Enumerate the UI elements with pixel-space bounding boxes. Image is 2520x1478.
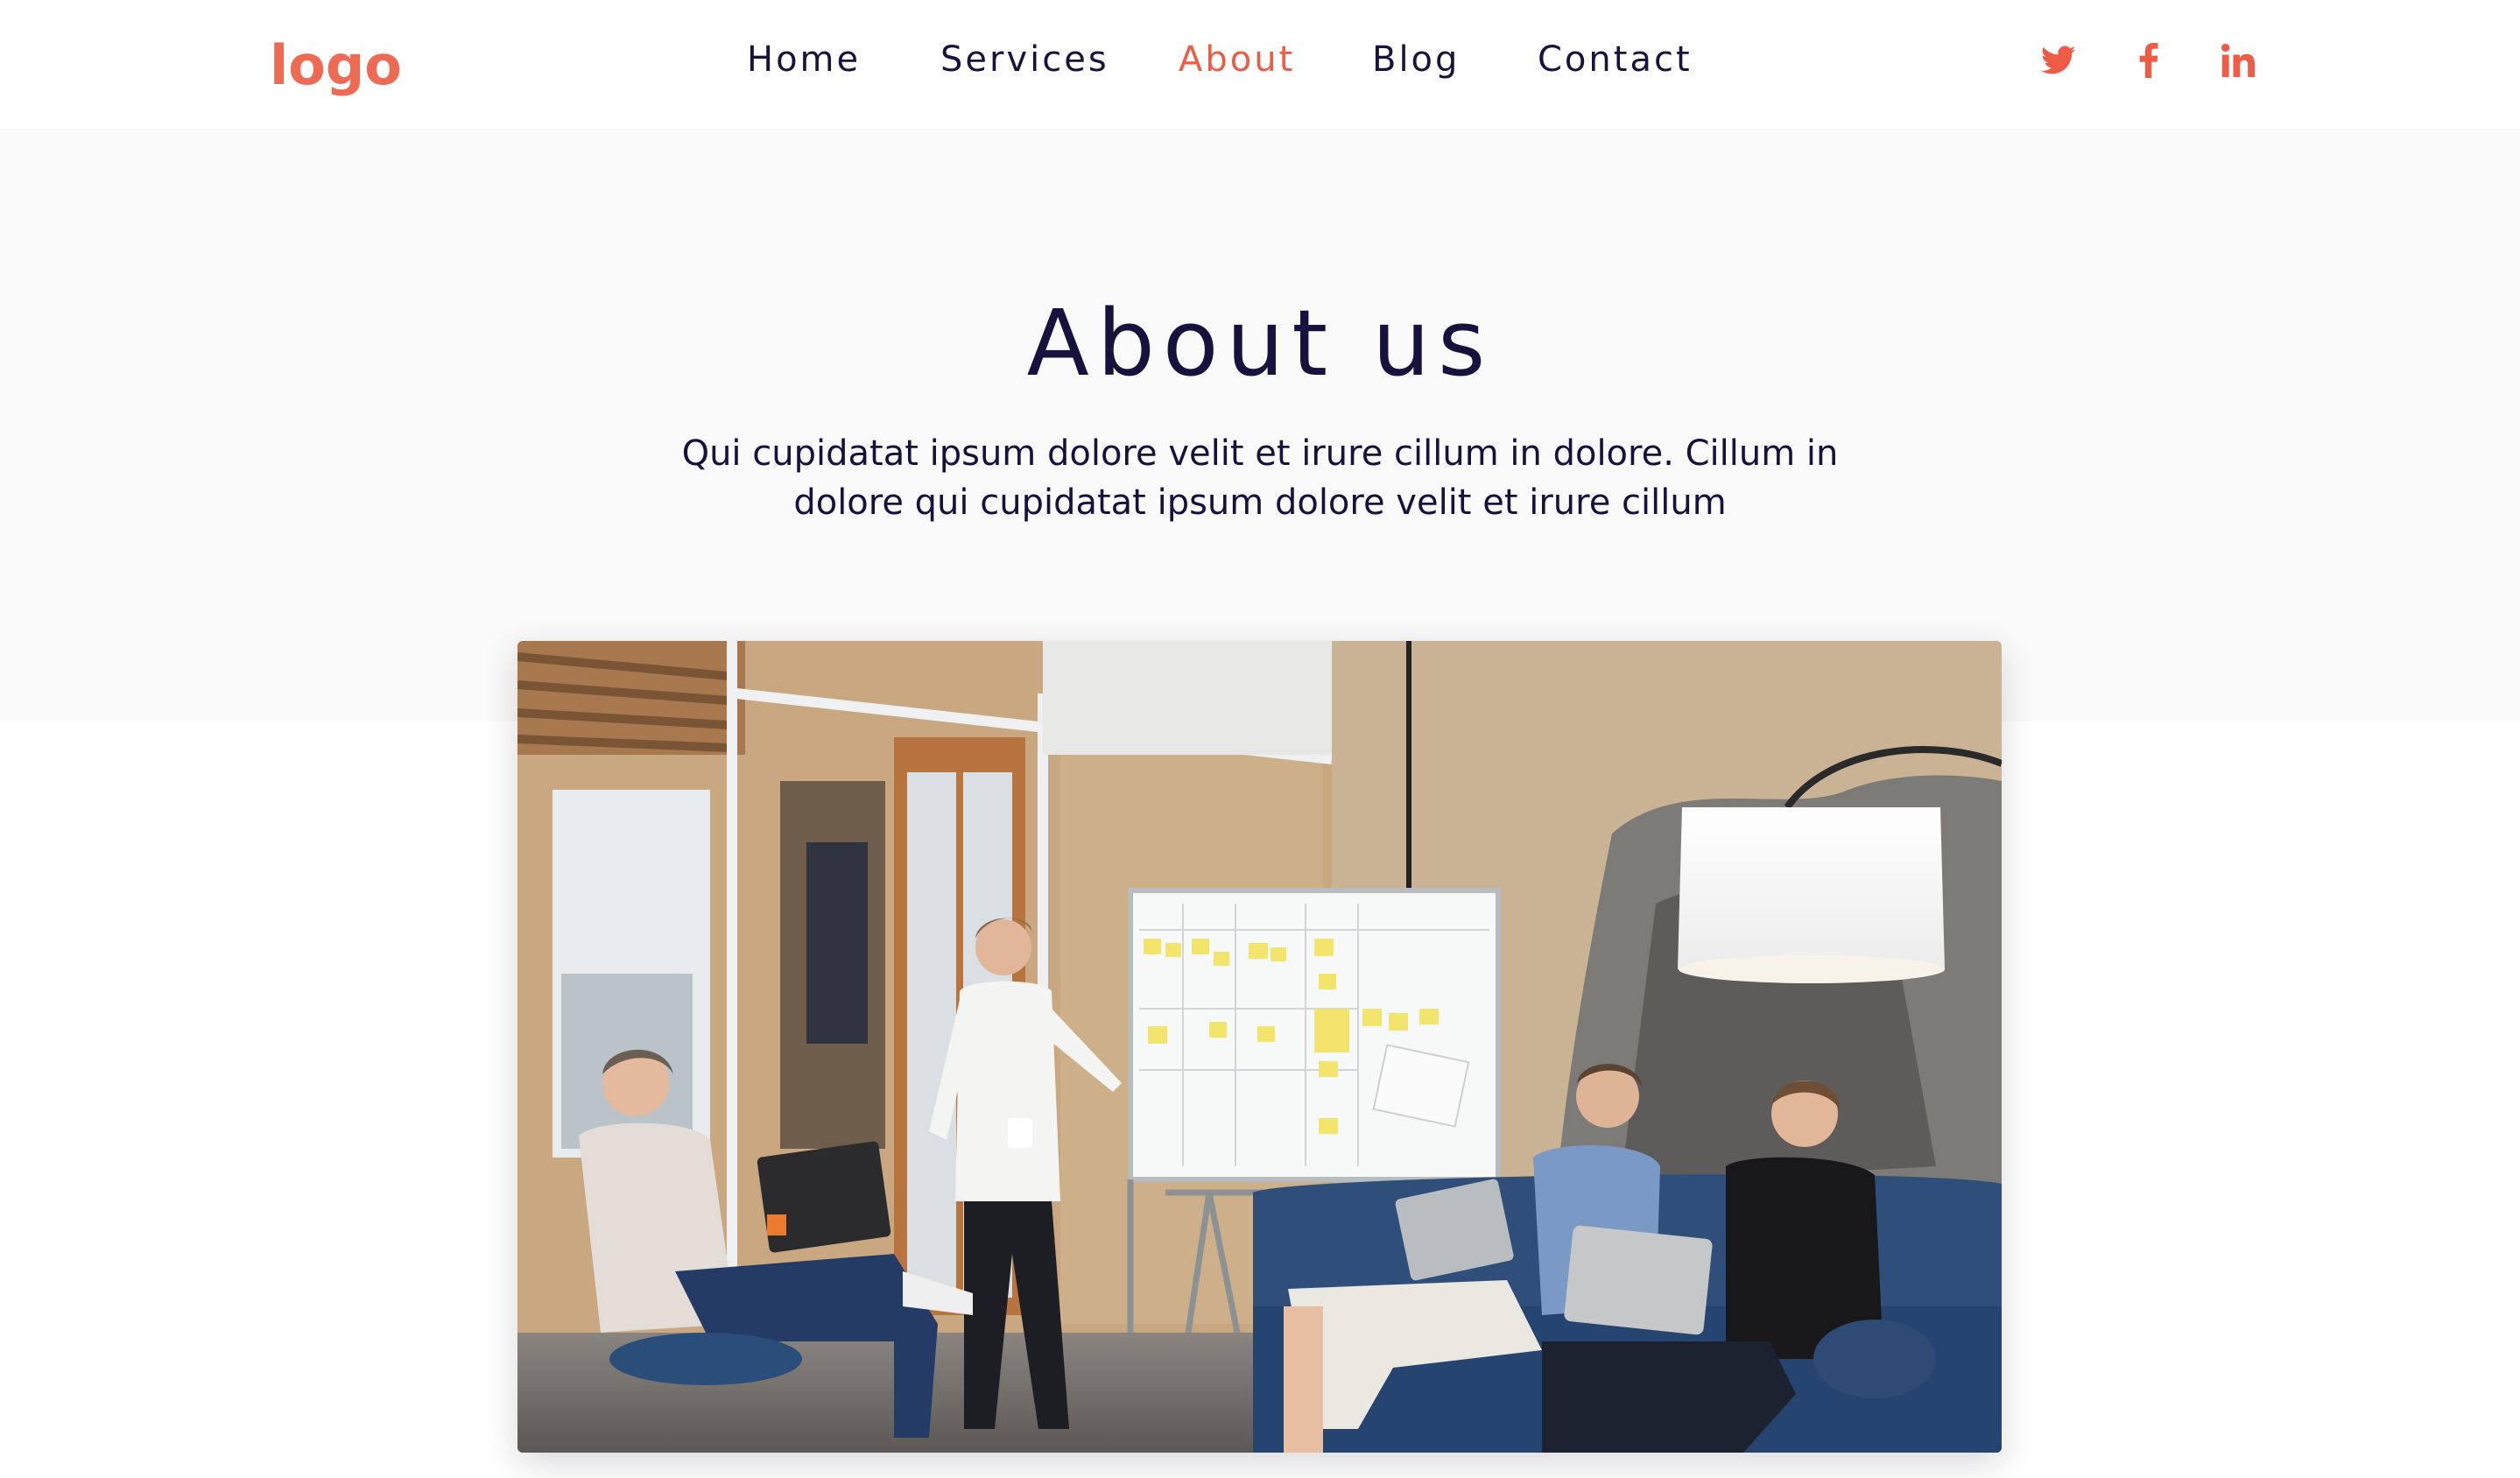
nav-home[interactable]: Home <box>747 33 861 86</box>
hero-description-line-1: Qui cupidatat ipsum dolore velit et irur… <box>681 433 1839 474</box>
hero-section <box>0 129 2520 721</box>
facebook-icon <box>2139 43 2158 78</box>
linkedin-icon <box>2221 44 2255 77</box>
hero-description: Qui cupidatat ipsum dolore velit et irur… <box>647 429 1873 527</box>
nav-about[interactable]: About <box>1179 33 1295 86</box>
team-meeting-illustration <box>517 641 2002 1453</box>
twitter-link[interactable] <box>2038 40 2079 81</box>
team-meeting-photo <box>517 641 2002 1453</box>
hero-description-line-2: dolore qui cupidatat ipsum dolore velit … <box>793 482 1727 523</box>
nav-services[interactable]: Services <box>940 33 1109 86</box>
site-header: logo Home Services About Blog Contact <box>0 0 2520 129</box>
nav-blog[interactable]: Blog <box>1372 33 1460 86</box>
linkedin-link[interactable] <box>2218 40 2258 81</box>
about-page: logo Home Services About Blog Contact Ab… <box>0 0 2520 1478</box>
twitter-icon <box>2041 46 2076 74</box>
page-title: About us <box>1026 290 1494 397</box>
facebook-link[interactable] <box>2129 40 2169 81</box>
nav-contact[interactable]: Contact <box>1538 33 1693 86</box>
